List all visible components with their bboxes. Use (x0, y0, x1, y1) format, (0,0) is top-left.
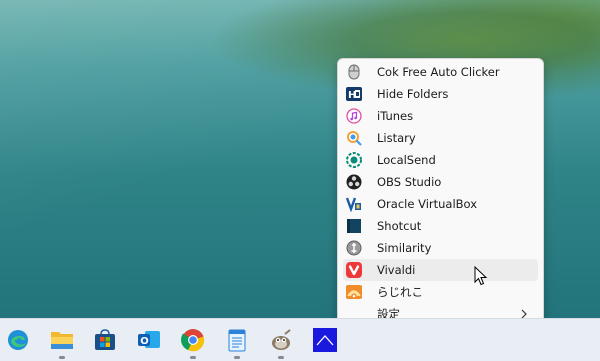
taskbar-microsoft-store[interactable] (89, 324, 121, 356)
taskbar-notepad[interactable] (221, 324, 253, 359)
taskbar-outlook[interactable]: O (133, 324, 165, 356)
music-note-icon (346, 108, 362, 124)
menu-item-label: Shotcut (377, 219, 422, 233)
edge-icon (8, 330, 28, 350)
store-icon (95, 329, 115, 350)
menu-item-oracle-virtualbox[interactable]: Oracle VirtualBox (343, 193, 538, 215)
menu-item-label: Similarity (377, 241, 432, 255)
radio-icon (346, 284, 362, 300)
running-indicator (190, 356, 196, 359)
taskbar-file-explorer[interactable] (46, 324, 78, 359)
menu-item-similarity[interactable]: Similarity (343, 237, 538, 259)
taskbar-launcher-menu: Cok Free Auto Clicker H Hide Folders iTu… (337, 58, 544, 324)
menu-item-label: LocalSend (377, 153, 436, 167)
menu-item-cok-free-auto-clicker[interactable]: Cok Free Auto Clicker (343, 61, 538, 83)
running-indicator (278, 356, 284, 359)
menu-item-label: Oracle VirtualBox (377, 197, 478, 211)
virtualbox-icon (346, 196, 362, 212)
taskbar: O (0, 318, 600, 361)
launcher-icon (313, 328, 337, 352)
menu-item-label: OBS Studio (377, 175, 442, 189)
menu-item-label: Cok Free Auto Clicker (377, 65, 500, 79)
menu-item-label: らじれこ (377, 285, 423, 299)
menu-item-localsend[interactable]: LocalSend (343, 149, 538, 171)
similarity-icon (346, 240, 362, 256)
running-indicator (59, 356, 65, 359)
mouse-cursor-icon (474, 266, 488, 286)
hide-folders-icon: H (346, 86, 362, 102)
outlook-icon: O (138, 331, 160, 348)
menu-item-label: iTunes (377, 109, 414, 123)
chrome-icon (181, 329, 205, 352)
vivaldi-icon (346, 262, 362, 278)
menu-item-shotcut[interactable]: Shotcut (343, 215, 538, 237)
search-magnifier-icon (346, 130, 362, 146)
menu-item-itunes[interactable]: iTunes (343, 105, 538, 127)
folder-icon (51, 332, 73, 349)
menu-item-hide-folders[interactable]: H Hide Folders (343, 83, 538, 105)
film-icon (346, 218, 362, 234)
menu-item-label: Listary (377, 131, 416, 145)
gimp-icon (272, 329, 291, 350)
obs-icon (346, 174, 362, 190)
taskbar-chrome[interactable] (177, 324, 209, 359)
taskbar-gimp[interactable] (265, 324, 297, 359)
mouse-icon (346, 64, 362, 80)
menu-item-label: Vivaldi (377, 263, 416, 277)
notepad-icon (228, 329, 246, 352)
running-indicator (234, 356, 240, 359)
menu-item-obs-studio[interactable]: OBS Studio (343, 171, 538, 193)
localsend-icon (346, 152, 362, 168)
menu-item-rajireko[interactable]: らじれこ (343, 281, 538, 303)
menu-item-vivaldi[interactable]: Vivaldi (343, 259, 538, 281)
menu-item-label: Hide Folders (377, 87, 449, 101)
menu-item-listary[interactable]: Listary (343, 127, 538, 149)
taskbar-launcher[interactable] (309, 324, 341, 356)
taskbar-edge[interactable] (2, 324, 34, 356)
svg-text:O: O (140, 336, 149, 347)
